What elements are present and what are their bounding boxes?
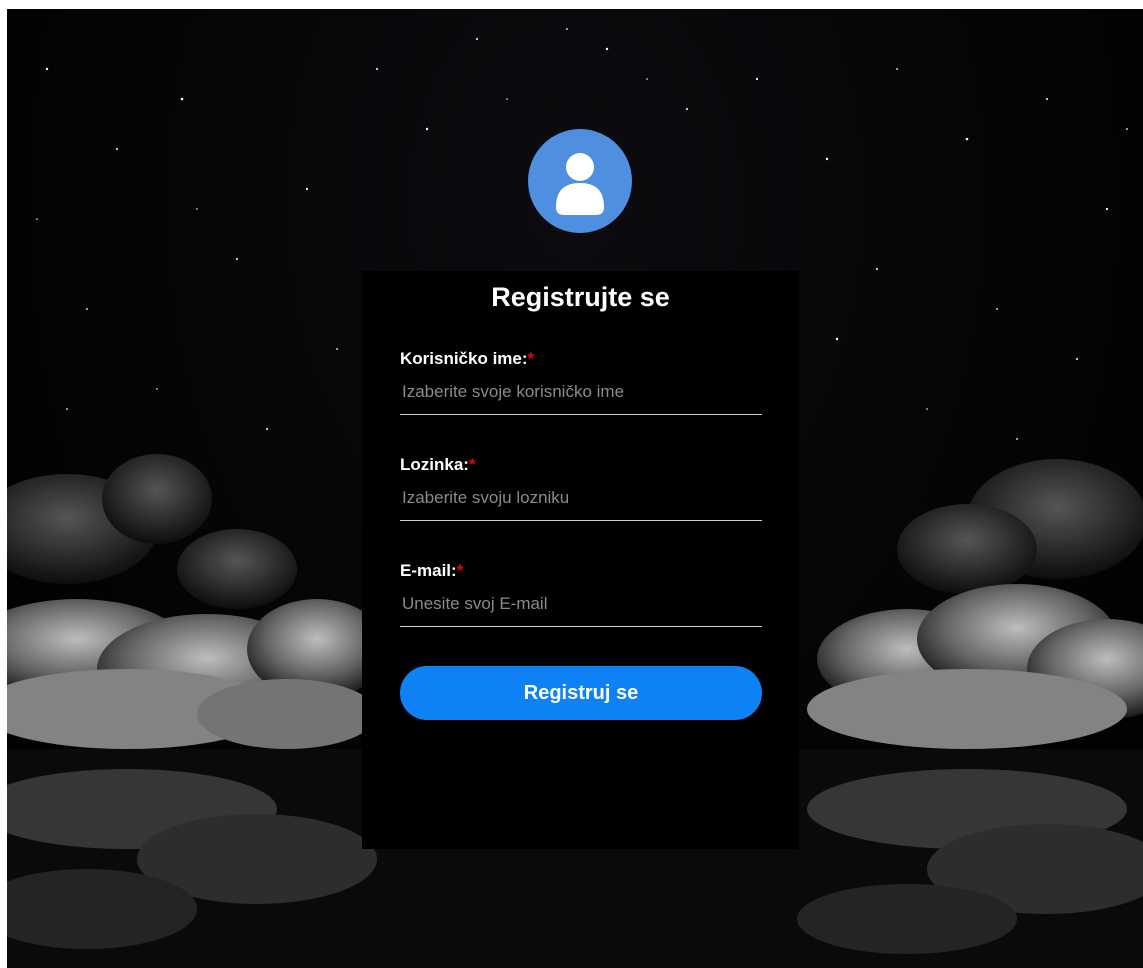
- username-label: Korisničko ime:*: [400, 347, 762, 371]
- required-mark: *: [527, 349, 535, 368]
- password-label-text: Lozinka:: [400, 455, 469, 474]
- email-input[interactable]: [400, 587, 762, 627]
- username-label-text: Korisničko ime:: [400, 349, 528, 368]
- register-button[interactable]: Registruj se: [400, 666, 762, 720]
- password-input[interactable]: [400, 481, 762, 521]
- email-field-group: E-mail:*: [400, 559, 762, 627]
- form-title: Registrujte se: [491, 282, 670, 312]
- required-mark: *: [456, 561, 464, 580]
- username-field-group: Korisničko ime:*: [400, 347, 762, 415]
- email-label-text: E-mail:: [400, 561, 457, 580]
- password-label: Lozinka:*: [400, 453, 762, 477]
- password-field-group: Lozinka:*: [400, 453, 762, 521]
- username-input[interactable]: [400, 375, 762, 415]
- registration-card: Registrujte se Korisničko ime:* Lozinka:…: [362, 129, 799, 849]
- night-sky-background: Registrujte se Korisničko ime:* Lozinka:…: [7, 9, 1143, 968]
- required-mark: *: [468, 455, 476, 474]
- user-avatar-icon: [528, 129, 632, 233]
- email-label: E-mail:*: [400, 559, 762, 583]
